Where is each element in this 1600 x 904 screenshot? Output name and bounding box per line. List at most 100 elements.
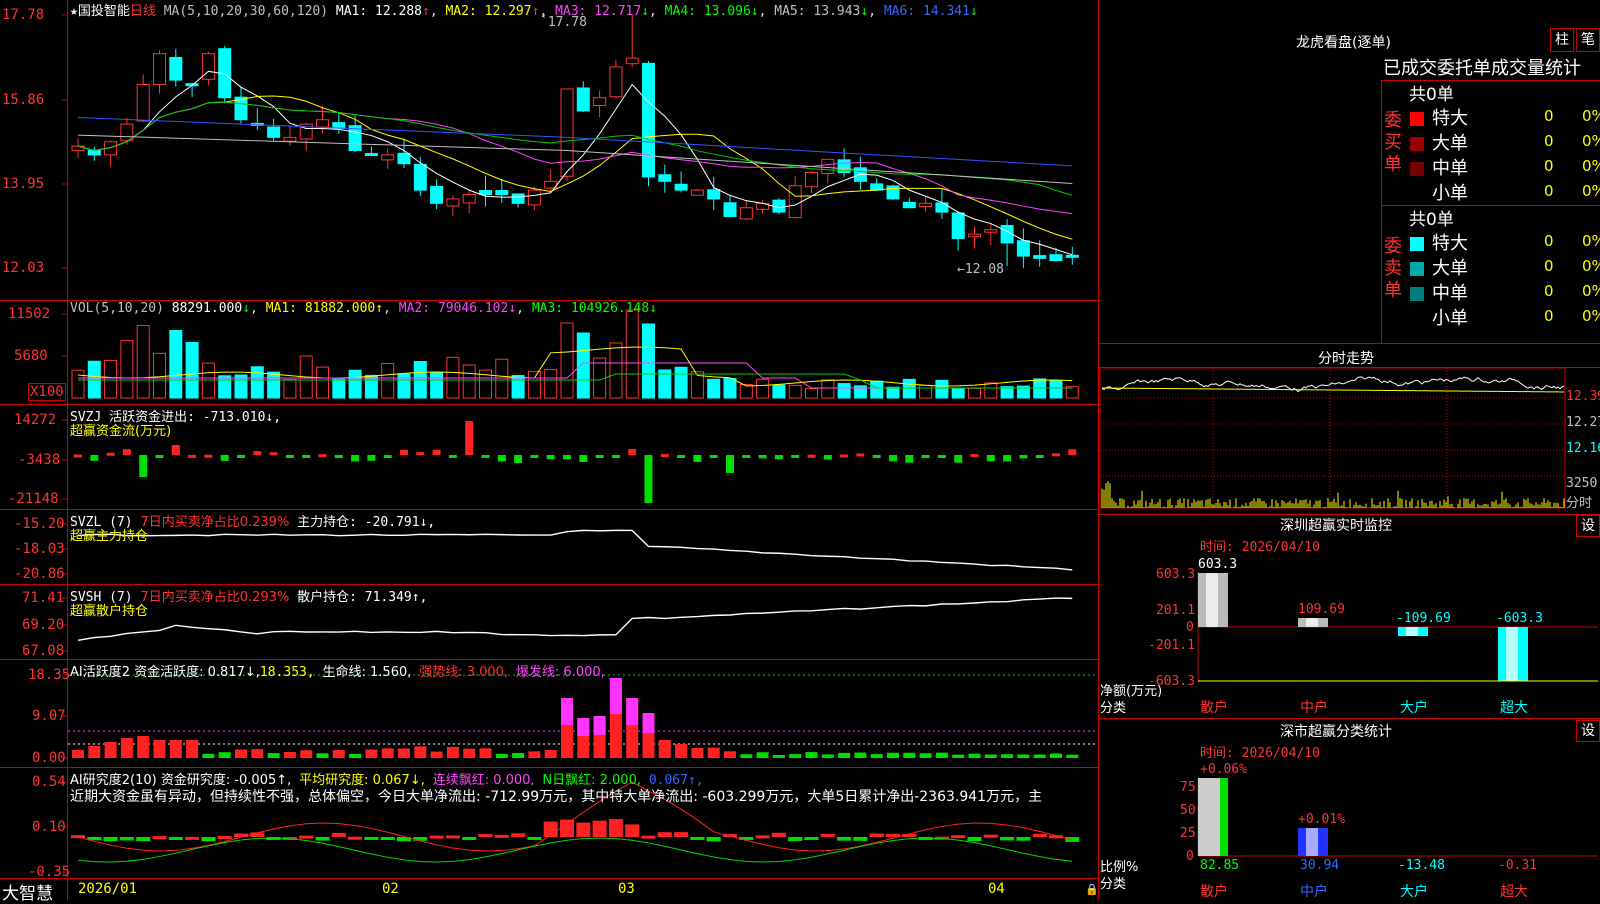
order-row: 特大 0 0% [1410,229,1600,255]
volume-bar [104,359,118,399]
svzl-line [77,529,1073,571]
fund-flow-bar [905,455,914,463]
activity-bar [707,747,720,758]
research-bar [364,837,379,840]
research-bar [168,837,183,840]
candle-body [430,185,444,204]
activity-bar [870,754,883,758]
favorite-star-icon[interactable]: ★ [70,4,78,19]
monitor-title: 深圳超赢实时监控 [1280,518,1392,534]
order-volume: 0 [1544,107,1554,125]
volume-bar [462,364,476,399]
research-bar [462,837,477,841]
fund-flow-bar [1035,455,1044,458]
stats-bar-retail-inner [1198,778,1220,856]
fund-flow-bar [807,454,816,458]
monitor-bar-mid-shine [1306,618,1318,627]
volume-bar [756,378,770,399]
activity-bar [218,752,231,758]
price-axis-label: 17.78 [2,7,45,23]
bar-mode-button[interactable]: 柱 [1550,28,1574,52]
research-bar [299,835,314,839]
activity-bar [838,752,851,758]
price-axis-label: 15.86 [2,92,45,108]
candle-body [821,158,835,174]
volume-bar [609,342,623,399]
monitor-time: 时间: 2026/04/10 [1200,540,1320,555]
activity-bar [479,748,492,758]
color-swatch [1410,112,1424,126]
research-bar [706,837,721,842]
research-bar [217,835,232,839]
monitor-category: 超大 [1500,700,1528,716]
monitor-value: -603.3 [1496,611,1543,626]
period-label[interactable]: 日线 [130,4,156,19]
fund-flow-bar [171,445,180,455]
ai10-axis-label: 0.10 [32,819,66,835]
stats-axis-label: 0 [1186,849,1194,864]
monitor-settings-button[interactable]: 设 [1576,515,1600,537]
date-label: 2026/01 [78,881,138,897]
activity-bar [398,748,410,758]
volume-bar [120,340,134,399]
volume-bars [71,309,1079,399]
stats-axis-label: 25 [1180,826,1196,841]
order-pct: 0% [1582,282,1600,300]
tick-mode-button[interactable]: 笔 [1576,28,1600,52]
monitor-category: 中户 [1300,700,1328,716]
research-bar [560,819,574,837]
activity-bar [968,753,981,758]
volume-bar [169,330,183,399]
research-bar [967,837,982,842]
chart-frame [0,0,1600,900]
fund-flow-bar [481,455,490,458]
volume-bar [739,384,753,399]
intraday-axis-label: 12.39 [1566,389,1600,404]
candle-body [397,152,411,165]
order-pct: 0% [1582,107,1600,125]
sell-total: 共0单 [1409,210,1454,230]
activity-bar [512,752,525,758]
volume-bar [544,369,558,399]
fund-flow-bar [921,455,930,458]
color-swatch [1410,137,1424,151]
stats-settings-button[interactable]: 设 [1576,720,1600,742]
candle-body [381,154,395,161]
fund-flow-bar [709,455,718,458]
volume-bar [364,374,378,399]
research-bar [527,837,542,840]
candlestick-chart [71,15,1079,269]
candle-body [153,53,166,86]
fund-flow-bar [889,455,897,462]
ai-activity-bars [68,674,1098,758]
color-swatch [1410,312,1424,326]
volume-bar [625,309,639,399]
volume-bar [886,386,900,399]
fund-flow-bar [465,421,474,455]
monitor-value: -109.69 [1396,611,1451,626]
volume-bar [919,384,933,399]
intraday-chart [1099,367,1566,509]
research-bar [71,835,85,839]
volume-bar [332,378,346,399]
research-bar [755,835,770,839]
ma-header: ★国投智能日线 MA(5,10,20,30,60,120) MA1: 12.28… [70,4,978,19]
intraday-axis-label: 12.27 [1566,415,1600,430]
order-volume: 0 [1544,307,1554,325]
order-size-label: 特大 [1432,233,1468,254]
fund-flow-bar [188,454,197,458]
research-bar [804,837,819,840]
order-pct: 0% [1582,157,1600,175]
monitor-category: 大户 [1400,700,1428,716]
fund-flow-bar [204,454,213,458]
activity-bar [919,753,932,758]
monitor-bar-retail-shine [1206,573,1218,627]
candle-body [511,193,525,204]
ai-analysis-text: 近期大资金虽有异动，但持续性不强，总体偏空，今日大单净流出: -712.99万元… [70,789,1043,805]
monitor-axis-label: -201.1 [1148,638,1195,653]
volume-bar [267,371,281,399]
candle-body [1065,254,1079,258]
fund-flow-bar [367,455,376,461]
lock-icon[interactable]: 🔒 [1085,883,1099,896]
fund-flow-bar [758,455,767,459]
